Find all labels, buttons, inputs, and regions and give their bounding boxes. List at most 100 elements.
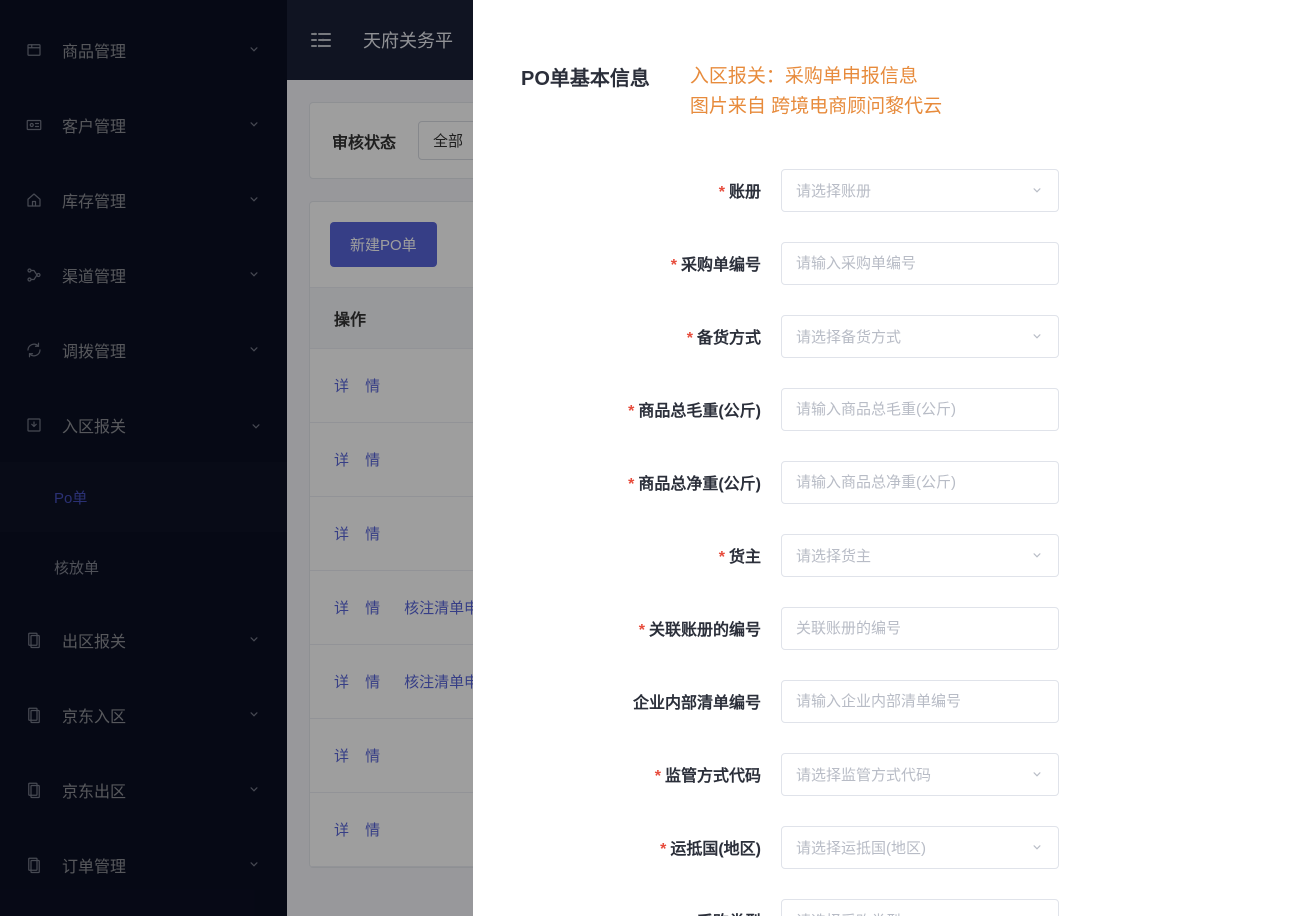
sidebar: 商品管理客户管理库存管理渠道管理调拨管理入区报关 Po单核放单出区报关京东入区京东… [0,0,287,916]
select-货主[interactable]: 请选择货主 [781,534,1059,577]
select-运抵国(地区)[interactable]: 请选择运抵国(地区) [781,826,1059,869]
box-icon [24,41,44,59]
doc-icon [24,781,44,799]
placeholder: 请选择货主 [796,545,871,566]
input-商品总净重(公斤)[interactable] [781,461,1059,504]
form-row-运抵国(地区): *运抵国(地区) 请选择运抵国(地区) [521,826,1251,869]
nav-label: 调拨管理 [62,338,247,362]
nav-item-渠道管理[interactable]: 渠道管理 [0,237,287,312]
new-po-button[interactable]: 新建PO单 [330,222,437,267]
detail-link[interactable]: 详 情 [334,375,386,396]
required-mark: * [719,184,725,201]
nav-item-调拨管理[interactable]: 调拨管理 [0,312,287,387]
drawer-title: PO单基本信息 [521,62,650,91]
required-mark: * [687,330,693,347]
chevron-down-icon [1030,548,1044,562]
nav-sub-Po单[interactable]: Po单 [0,462,287,532]
required-mark: * [660,841,666,858]
form-field: 请选择运抵国(地区) [781,826,1059,869]
chevron-down-icon [1030,840,1044,854]
placeholder: 请选择监管方式代码 [796,764,931,785]
chevron-down-icon [247,782,263,798]
select-账册[interactable]: 请选择账册 [781,169,1059,212]
form-field: 请选择监管方式代码 [781,753,1059,796]
chevron-down-icon [247,42,263,58]
chevron-down-icon [1030,767,1044,781]
chevron-down-icon [247,707,263,723]
required-mark: * [671,257,677,274]
form-field [781,388,1059,431]
form-label: 企业内部清单编号 [521,689,781,713]
nav-label: 入区报关 [62,413,247,437]
form-row-备货方式: *备货方式请选择备货方式 [521,315,1251,358]
form-row-货主: *货主请选择货主 [521,534,1251,577]
drawer-subtitle: 入区报关：采购单申报信息 图片来自 跨境电商顾问黎代云 [690,62,942,123]
select-备货方式[interactable]: 请选择备货方式 [781,315,1059,358]
nav-item-订单管理[interactable]: 订单管理 [0,827,287,902]
chevron-down-icon [247,342,263,358]
detail-link[interactable]: 详 情 [334,671,386,692]
form-label: *采购类型 [521,908,781,916]
chevron-down-icon [1030,329,1044,343]
select-监管方式代码[interactable]: 请选择监管方式代码 [781,753,1059,796]
flow-icon [24,266,44,284]
nav-label: 客户管理 [62,113,247,137]
form-field [781,461,1059,504]
form-label: *货主 [521,543,781,567]
required-mark: * [639,622,645,639]
nav-item-库存管理[interactable]: 库存管理 [0,162,287,237]
placeholder: 请选择运抵国(地区) [796,837,926,858]
form-label: *采购单编号 [521,251,781,275]
select-采购类型[interactable]: 请选择采购类型 [781,899,1059,916]
nav-label: 订单管理 [62,853,247,877]
chevron-down-icon [247,192,263,208]
menu-toggle-icon[interactable] [309,28,333,52]
input-采购单编号[interactable] [781,242,1059,285]
chevron-up-icon [247,417,263,433]
form: *账册请选择账册*采购单编号*备货方式请选择备货方式*商品总毛重(公斤)*商品总… [521,169,1251,916]
detail-link[interactable]: 详 情 [334,523,386,544]
placeholder: 请选择账册 [796,180,871,201]
home-icon [24,191,44,209]
drawer-sub-line1: 入区报关：采购单申报信息 [690,62,942,92]
input-商品总毛重(公斤)[interactable] [781,388,1059,431]
nav-item-京东出区[interactable]: 京东出区 [0,752,287,827]
form-label: *运抵国(地区) [521,835,781,859]
form-label: *商品总毛重(公斤) [521,397,781,421]
form-field: 请选择备货方式 [781,315,1059,358]
id-icon [24,116,44,134]
filter-value: 全部 [433,133,463,150]
detail-link[interactable]: 详 情 [334,597,386,618]
required-mark: * [628,403,634,420]
doc-icon [24,856,44,874]
detail-link[interactable]: 详 情 [334,745,386,766]
extra-link[interactable]: 核注清单申 [404,671,479,692]
topbar-title: 天府关务平 [363,27,453,53]
nav-sub-核放单[interactable]: 核放单 [0,532,287,602]
detail-link[interactable]: 详 情 [334,449,386,470]
form-field: 请选择账册 [781,169,1059,212]
detail-link[interactable]: 详 情 [334,819,386,840]
input-企业内部清单编号[interactable] [781,680,1059,723]
nav-item-出区报关[interactable]: 出区报关 [0,602,287,677]
form-row-账册: *账册请选择账册 [521,169,1251,212]
nav-label: 京东入区 [62,703,247,727]
drawer: PO单基本信息 入区报关：采购单申报信息 图片来自 跨境电商顾问黎代云 *账册请… [473,0,1299,916]
drawer-sub-line2: 图片来自 跨境电商顾问黎代云 [690,92,942,122]
placeholder: 请选择备货方式 [796,326,901,347]
nav-label: 商品管理 [62,38,247,62]
nav-item-商品管理[interactable]: 商品管理 [0,12,287,87]
form-row-采购单编号: *采购单编号 [521,242,1251,285]
doc-icon [24,631,44,649]
nav-item-京东入区[interactable]: 京东入区 [0,677,287,752]
nav-item-入区报关[interactable]: 入区报关 [0,387,287,462]
form-field [781,242,1059,285]
input-关联账册的编号[interactable] [781,607,1059,650]
import-icon [24,416,44,434]
required-mark: * [655,768,661,785]
form-row-企业内部清单编号: 企业内部清单编号 [521,680,1251,723]
nav-label: 渠道管理 [62,263,247,287]
nav-item-客户管理[interactable]: 客户管理 [0,87,287,162]
form-field: 请选择采购类型 [781,899,1059,916]
extra-link[interactable]: 核注清单申 [404,597,479,618]
